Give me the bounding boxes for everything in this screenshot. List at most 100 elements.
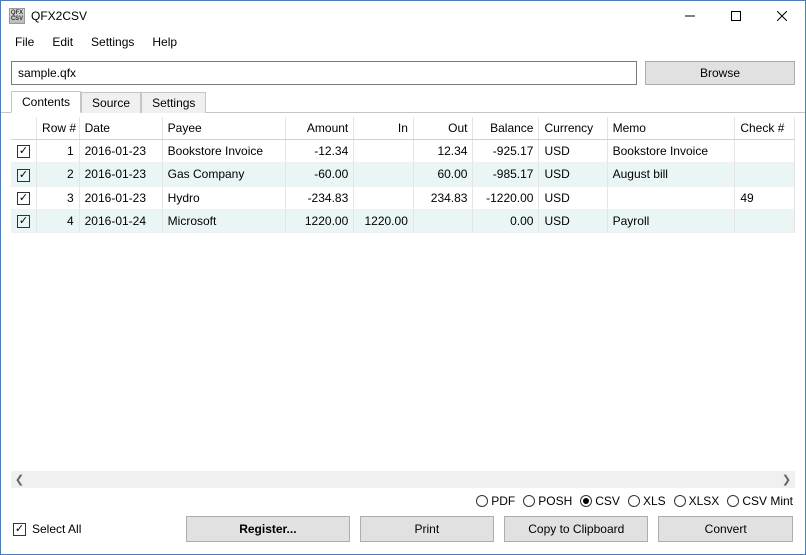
cell-memo: Bookstore Invoice — [607, 140, 735, 163]
col-payee[interactable]: Payee — [162, 117, 285, 140]
cell-memo: Payroll — [607, 209, 735, 232]
cell-currency: USD — [539, 186, 607, 209]
cell-check: 49 — [735, 186, 795, 209]
table-header-row: Row # Date Payee Amount In Out Balance C… — [11, 117, 795, 140]
cell-payee: Bookstore Invoice — [162, 140, 285, 163]
horizontal-scrollbar[interactable]: ❮ ❯ — [11, 471, 795, 488]
table-row[interactable]: ✓22016-01-23Gas Company-60.0060.00-985.1… — [11, 163, 795, 186]
radio-csvmint-label: CSV Mint — [742, 494, 793, 508]
radio-pdf[interactable]: PDF — [476, 494, 515, 508]
scroll-track[interactable] — [28, 471, 778, 488]
check-icon: ✓ — [13, 523, 26, 536]
row-checkbox[interactable]: ✓ — [17, 192, 30, 205]
convert-button[interactable]: Convert — [658, 516, 793, 542]
row-checkbox[interactable]: ✓ — [17, 169, 30, 182]
app-window: QFX CSV QFX2CSV File Edit Settings Help … — [0, 0, 806, 555]
cell-payee: Hydro — [162, 186, 285, 209]
cell-check — [735, 140, 795, 163]
menu-edit[interactable]: Edit — [44, 33, 81, 51]
col-currency[interactable]: Currency — [539, 117, 607, 140]
tabs: Contents Source Settings — [1, 91, 805, 113]
radio-posh-label: POSH — [538, 494, 572, 508]
col-date[interactable]: Date — [79, 117, 162, 140]
cell-row: 1 — [37, 140, 80, 163]
radio-pdf-label: PDF — [491, 494, 515, 508]
menu-settings[interactable]: Settings — [83, 33, 142, 51]
cell-out: 234.83 — [413, 186, 473, 209]
select-all-checkbox[interactable]: ✓ Select All — [13, 522, 166, 536]
scroll-left-icon[interactable]: ❮ — [11, 471, 28, 488]
cell-row: 3 — [37, 186, 80, 209]
cell-memo — [607, 186, 735, 209]
cell-in — [354, 140, 414, 163]
table-area: Row # Date Payee Amount In Out Balance C… — [11, 117, 795, 467]
table-row[interactable]: ✓ 32016-01-23Hydro-234.83 234.83-1220.00US… — [11, 186, 795, 209]
radio-xls[interactable]: XLS — [628, 494, 666, 508]
cell-in — [354, 163, 414, 186]
cell-date: 2016-01-23 — [79, 186, 162, 209]
app-title: QFX2CSV — [31, 9, 87, 23]
radio-posh[interactable]: POSH — [523, 494, 572, 508]
radio-xlsx-label: XLSX — [689, 494, 720, 508]
col-check[interactable] — [11, 117, 37, 140]
cell-in — [354, 186, 414, 209]
menu-help[interactable]: Help — [144, 33, 185, 51]
cell-payee: Microsoft — [162, 209, 285, 232]
radio-xlsx[interactable]: XLSX — [674, 494, 720, 508]
cell-amount: -60.00 — [286, 163, 354, 186]
tab-settings[interactable]: Settings — [141, 92, 206, 113]
col-out[interactable]: Out — [413, 117, 473, 140]
cell-date: 2016-01-24 — [79, 209, 162, 232]
file-row: Browse — [1, 53, 805, 91]
cell-currency: USD — [539, 140, 607, 163]
col-in[interactable]: In — [354, 117, 414, 140]
cell-out — [413, 209, 473, 232]
data-table: Row # Date Payee Amount In Out Balance C… — [11, 117, 795, 233]
tab-contents[interactable]: Contents — [11, 91, 81, 113]
cell-amount: -234.83 — [286, 186, 354, 209]
cell-date: 2016-01-23 — [79, 140, 162, 163]
tab-source[interactable]: Source — [81, 92, 141, 113]
cell-amount: -12.34 — [286, 140, 354, 163]
cell-currency: USD — [539, 163, 607, 186]
cell-balance: -1220.00 — [473, 186, 539, 209]
table-row[interactable]: ✓42016-01-24Microsoft1220.001220.000.00U… — [11, 209, 795, 232]
radio-csvmint[interactable]: CSV Mint — [727, 494, 793, 508]
radio-csv[interactable]: CSV — [580, 494, 620, 508]
copy-button[interactable]: Copy to Clipboard — [504, 516, 648, 542]
radio-xls-label: XLS — [643, 494, 666, 508]
maximize-button[interactable] — [713, 1, 759, 31]
cell-balance: -925.17 — [473, 140, 539, 163]
titlebar: QFX CSV QFX2CSV — [1, 1, 805, 31]
browse-button[interactable]: Browse — [645, 61, 795, 85]
cell-currency: USD — [539, 209, 607, 232]
minimize-button[interactable] — [667, 1, 713, 31]
cell-check — [735, 163, 795, 186]
col-check[interactable]: Check # — [735, 117, 795, 140]
cell-row: 2 — [37, 163, 80, 186]
register-button[interactable]: Register... — [186, 516, 349, 542]
close-button[interactable] — [759, 1, 805, 31]
row-checkbox[interactable]: ✓ — [17, 215, 30, 228]
cell-in: 1220.00 — [354, 209, 414, 232]
cell-balance: -985.17 — [473, 163, 539, 186]
radio-csv-label: CSV — [595, 494, 620, 508]
cell-balance: 0.00 — [473, 209, 539, 232]
col-amount[interactable]: Amount — [286, 117, 354, 140]
print-button[interactable]: Print — [360, 516, 495, 542]
col-row[interactable]: Row # — [37, 117, 80, 140]
cell-memo: August bill — [607, 163, 735, 186]
col-balance[interactable]: Balance — [473, 117, 539, 140]
table-row[interactable]: ✓12016-01-23Bookstore Invoice-12.3412.34… — [11, 140, 795, 163]
select-all-label: Select All — [32, 522, 81, 536]
row-checkbox[interactable]: ✓ — [17, 145, 30, 158]
col-memo[interactable]: Memo — [607, 117, 735, 140]
cell-out: 12.34 — [413, 140, 473, 163]
cell-out: 60.00 — [413, 163, 473, 186]
file-path-input[interactable] — [11, 61, 637, 85]
scroll-right-icon[interactable]: ❯ — [778, 471, 795, 488]
menu-file[interactable]: File — [7, 33, 42, 51]
bottom-row: ✓ Select All Register... Print Copy to C… — [1, 510, 805, 554]
app-icon: QFX CSV — [9, 8, 25, 24]
format-radio-row: PDF POSH CSV XLS XLSX CSV Mint — [1, 488, 805, 510]
